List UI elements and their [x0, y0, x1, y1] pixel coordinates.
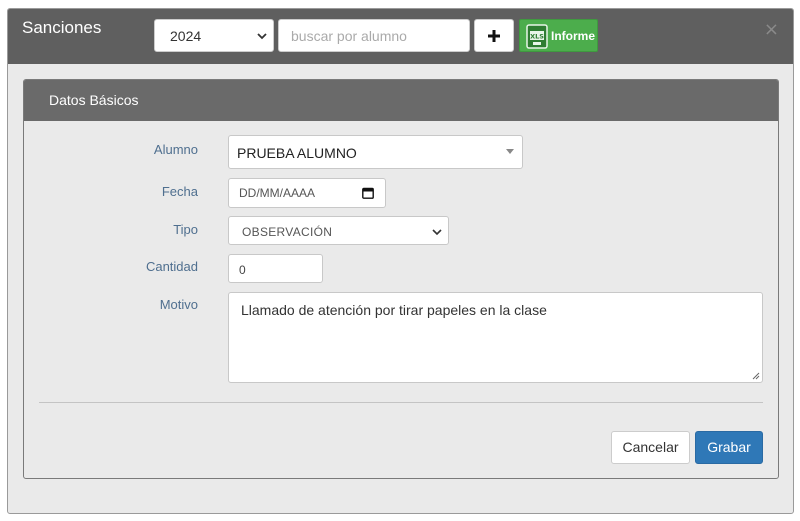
motivo-label: Motivo — [159, 297, 198, 312]
modal-header: Sanciones 2024 XLS Informe × — [8, 9, 793, 64]
fecha-date-input[interactable]: DD/MM/AAAA — [228, 178, 386, 208]
alumno-label: Alumno — [153, 142, 198, 157]
save-button[interactable]: Grabar — [695, 431, 763, 464]
sanciones-modal: Sanciones 2024 XLS Informe × Datos Básic… — [7, 8, 794, 514]
resize-grip-icon[interactable] — [751, 371, 760, 380]
cantidad-label: Cantidad — [145, 259, 198, 274]
cantidad-value: 0 — [239, 263, 246, 277]
tipo-select[interactable]: OBSERVACIÓN — [228, 216, 449, 245]
form-divider — [39, 402, 763, 403]
close-button[interactable]: × — [764, 21, 779, 39]
year-select[interactable]: 2024 — [154, 19, 274, 52]
cantidad-input[interactable]: 0 — [228, 254, 323, 283]
informe-button[interactable]: XLS Informe — [519, 19, 598, 52]
informe-label: Informe — [551, 29, 596, 43]
datos-basicos-panel: Datos Básicos Alumno PRUEBA ALUMNO Fecha… — [23, 79, 779, 479]
tipo-select-value: OBSERVACIÓN — [242, 225, 333, 239]
xls-file-icon: XLS — [526, 24, 548, 49]
cancel-button[interactable]: Cancelar — [611, 431, 690, 464]
panel-title: Datos Básicos — [49, 92, 139, 108]
alumno-select[interactable]: PRUEBA ALUMNO — [228, 135, 523, 169]
panel-heading: Datos Básicos — [24, 80, 778, 121]
alumno-select-value: PRUEBA ALUMNO — [237, 145, 357, 161]
add-button[interactable] — [474, 19, 514, 52]
fecha-label: Fecha — [161, 184, 198, 199]
tipo-label: Tipo — [173, 222, 198, 237]
svg-text:XLS: XLS — [530, 33, 544, 41]
modal-title: Sanciones — [22, 18, 102, 37]
chevron-down-icon — [257, 33, 267, 40]
year-select-value: 2024 — [170, 28, 202, 44]
chevron-down-icon — [432, 229, 442, 236]
caret-down-icon — [506, 149, 514, 154]
fecha-date-value: DD/MM/AAAA — [239, 186, 316, 200]
motivo-value: Llamado de atención por tirar papeles en… — [241, 302, 547, 318]
search-student-input[interactable] — [278, 19, 470, 52]
motivo-textarea[interactable]: Llamado de atención por tirar papeles en… — [228, 292, 763, 383]
plus-icon — [488, 30, 500, 42]
calendar-icon — [362, 187, 374, 199]
